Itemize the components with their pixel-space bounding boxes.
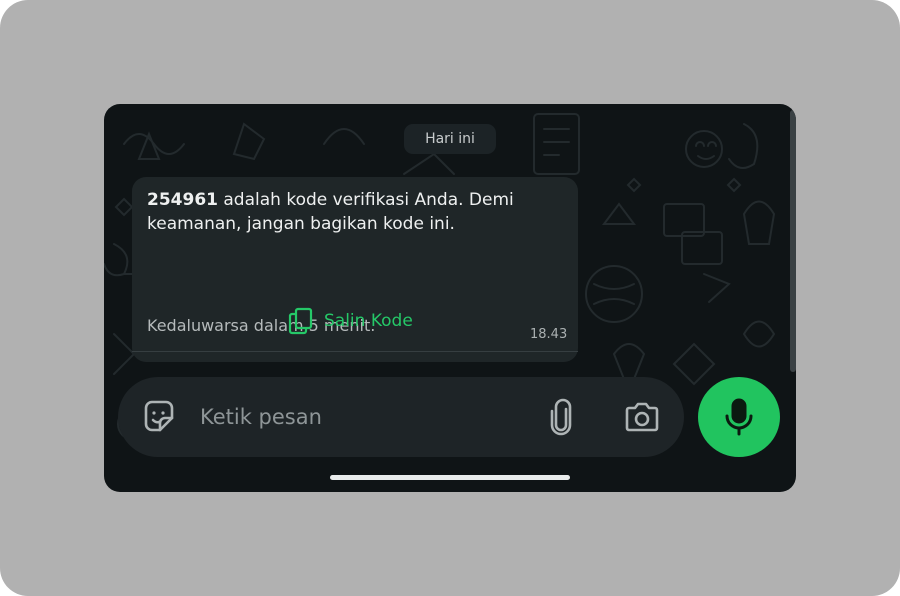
message-text: 254961 adalah kode verifikasi Anda. Demi… xyxy=(147,188,567,236)
home-indicator xyxy=(330,475,570,480)
scrollbar[interactable] xyxy=(790,110,796,372)
copy-code-label: Salin Kode xyxy=(324,311,413,331)
verification-code: 254961 xyxy=(147,190,218,210)
date-separator: Hari ini xyxy=(404,124,496,154)
message-composer: Ketik pesan xyxy=(118,377,684,457)
copy-code-button[interactable]: Salin Kode xyxy=(132,279,578,362)
camera-icon[interactable] xyxy=(624,401,660,433)
copy-icon xyxy=(288,307,313,335)
voice-message-button[interactable] xyxy=(698,377,780,457)
microphone-icon xyxy=(725,398,753,436)
message-input[interactable]: Ketik pesan xyxy=(200,399,500,435)
paperclip-icon[interactable] xyxy=(546,397,576,437)
sticker-icon[interactable] xyxy=(140,398,178,436)
chat-screen: Hari ini 254961 adalah kode verifikasi A… xyxy=(104,104,796,492)
